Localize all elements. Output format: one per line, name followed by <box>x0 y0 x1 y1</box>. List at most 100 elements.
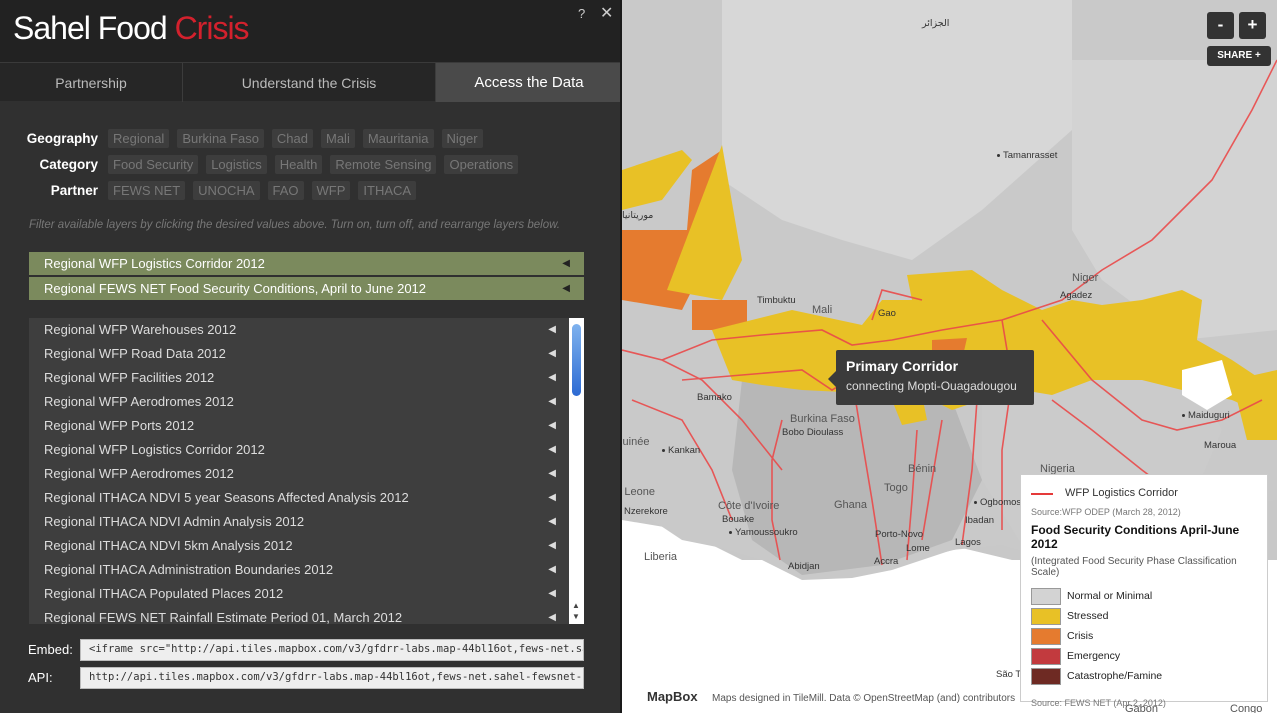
filter-row-category: Category Food Security Logistics Health … <box>0 151 622 177</box>
share-button[interactable]: SHARE + <box>1207 46 1271 66</box>
filter-chip[interactable]: Food Security <box>108 154 199 174</box>
city-dot <box>662 448 665 452</box>
scrollbar-thumb[interactable] <box>572 324 581 396</box>
collapse-arrow-icon[interactable]: ◀ <box>548 342 556 366</box>
layer-item[interactable]: Regional ITHACA NDVI 5 year Seasons Affe… <box>29 486 584 510</box>
active-layer-item[interactable]: Regional FEWS NET Food Security Conditio… <box>29 277 584 300</box>
place-name: Kankan <box>668 445 701 456</box>
place-label: Sierra Leone <box>622 486 655 498</box>
layer-label: Regional ITHACA NDVI 5km Analysis 2012 <box>44 538 293 553</box>
collapse-arrow-icon[interactable]: ◀ <box>548 438 556 462</box>
api-url-field[interactable]: http://api.tiles.mapbox.com/v3/gfdrr-lab… <box>80 667 584 689</box>
filter-chip[interactable]: WFP <box>311 180 351 200</box>
filter-hint: Filter available layers by clicking the … <box>29 219 560 231</box>
layer-item[interactable]: Regional ITHACA Administration Boundarie… <box>29 558 584 582</box>
tab-understand-the-crisis[interactable]: Understand the Crisis <box>183 63 436 102</box>
place-label: Burkina Faso <box>790 413 855 425</box>
filter-chip[interactable]: UNOCHA <box>193 180 260 200</box>
collapse-arrow-icon[interactable]: ◀ <box>548 366 556 390</box>
collapse-arrow-icon[interactable]: ◀ <box>548 558 556 582</box>
layer-list-scrollbar[interactable]: ▲ ▼ <box>569 318 584 624</box>
layer-item[interactable]: Regional WFP Warehouses 2012 ◀ <box>29 318 584 342</box>
zoom-in-button[interactable]: + <box>1239 12 1266 39</box>
embed-code-field[interactable]: <iframe src="http://api.tiles.mapbox.com… <box>80 639 584 661</box>
filter-chip[interactable]: Chad <box>271 128 313 148</box>
embed-label: Embed: <box>28 642 73 657</box>
layer-item[interactable]: Regional ITHACA NDVI Admin Analysis 2012… <box>29 510 584 534</box>
place-label: Bobo Dioulass <box>782 427 844 438</box>
filter-chip[interactable]: Health <box>274 154 323 174</box>
place-label: Niger <box>1072 272 1099 284</box>
filter-chip[interactable]: FEWS NET <box>108 180 186 200</box>
legend-source: Source: FEWS NET (Apr 2, 2012) <box>1031 698 1166 708</box>
data-panel: Sahel Food Crisis ? ✕ Partnership Unders… <box>0 0 622 713</box>
filter-chip[interactable]: Remote Sensing <box>330 154 437 174</box>
city-dot <box>1182 413 1185 417</box>
collapse-arrow-icon[interactable]: ◀ <box>562 277 570 300</box>
filter-chip[interactable]: Regional <box>108 128 170 148</box>
layer-item[interactable]: Regional ITHACA Populated Places 2012 ◀ <box>29 582 584 606</box>
mapbox-logo[interactable]: MapBox <box>647 689 698 704</box>
layer-item[interactable]: Regional WFP Road Data 2012 ◀ <box>29 342 584 366</box>
layer-label: Regional FEWS NET Food Security Conditio… <box>44 281 427 296</box>
tooltip-title: Primary Corridor <box>846 358 959 374</box>
map-attribution: MapBox Maps designed in TileMill. Data ©… <box>647 688 1015 706</box>
filter-chip[interactable]: ITHACA <box>358 180 417 200</box>
active-layer-item[interactable]: Regional WFP Logistics Corridor 2012 ◀ <box>29 252 584 275</box>
filter-chip[interactable]: Mauritania <box>362 128 434 148</box>
attribution-text: Maps designed in TileMill. Data © OpenSt… <box>712 693 1016 704</box>
place-label: Porto-Novo <box>875 529 924 540</box>
filter-chip[interactable]: Logistics <box>206 154 267 174</box>
layer-item[interactable]: Regional WFP Aerodromes 2012 ◀ <box>29 462 584 486</box>
help-button[interactable]: ? <box>578 6 585 21</box>
place-label: Togo <box>884 482 908 494</box>
collapse-arrow-icon[interactable]: ◀ <box>548 414 556 438</box>
layer-item[interactable]: Regional WFP Logistics Corridor 2012 ◀ <box>29 438 584 462</box>
tab-partnership[interactable]: Partnership <box>0 63 183 102</box>
legend-label: Normal or Minimal <box>1067 590 1153 602</box>
scroll-up-arrow-icon[interactable]: ▲ <box>572 601 580 610</box>
api-row: API: http://api.tiles.mapbox.com/v3/gfdr… <box>0 667 622 689</box>
close-button[interactable]: ✕ <box>600 3 613 23</box>
legend-corridor-label: WFP Logistics Corridor <box>1065 487 1178 499</box>
title-bar: Sahel Food Crisis ? ✕ <box>0 0 622 62</box>
filter-chip[interactable]: FAO <box>267 180 304 200</box>
place-label: Lagos <box>955 537 981 548</box>
map-view[interactable]: الجزائر Tamanrasset Niger Agadez Mali Ti… <box>622 0 1277 713</box>
legend-item: Catastrophe/Famine <box>1031 666 1257 686</box>
collapse-arrow-icon[interactable]: ◀ <box>548 318 556 342</box>
layer-item[interactable]: Regional WFP Facilities 2012 ◀ <box>29 366 584 390</box>
filter-chip[interactable]: Operations <box>444 154 519 174</box>
collapse-arrow-icon[interactable]: ◀ <box>548 486 556 510</box>
filter-chip[interactable]: Mali <box>321 128 355 148</box>
filter-chip[interactable]: Niger <box>441 128 483 148</box>
collapse-arrow-icon[interactable]: ◀ <box>548 510 556 534</box>
available-layer-list[interactable]: Regional WFP Warehouses 2012 ◀ Regional W… <box>29 318 584 624</box>
layer-item[interactable]: Regional WFP Ports 2012 ◀ <box>29 414 584 438</box>
tab-access-the-data[interactable]: Access the Data <box>436 63 622 102</box>
city-dot <box>729 530 732 534</box>
place-label: Lome <box>906 543 930 554</box>
layer-label: Regional WFP Road Data 2012 <box>44 346 226 361</box>
collapse-arrow-icon[interactable]: ◀ <box>548 390 556 414</box>
city-dot <box>997 153 1000 157</box>
place-label: الجزائر <box>922 18 950 29</box>
collapse-arrow-icon[interactable]: ◀ <box>548 462 556 486</box>
legend-corridor-entry: WFP Logistics Corridor <box>1031 485 1257 501</box>
collapse-arrow-icon[interactable]: ◀ <box>548 606 556 624</box>
embed-row: Embed: <iframe src="http://api.tiles.map… <box>0 639 622 661</box>
collapse-arrow-icon[interactable]: ◀ <box>548 534 556 558</box>
scroll-down-arrow-icon[interactable]: ▼ <box>572 612 580 621</box>
collapse-arrow-icon[interactable]: ◀ <box>562 252 570 275</box>
filter-chip[interactable]: Burkina Faso <box>177 128 264 148</box>
layer-item[interactable]: Regional ITHACA NDVI 5km Analysis 2012 ◀ <box>29 534 584 558</box>
layer-item[interactable]: Regional FEWS NET Rainfall Estimate Peri… <box>29 606 584 624</box>
place-label: Mali <box>812 304 833 316</box>
collapse-arrow-icon[interactable]: ◀ <box>548 582 556 606</box>
legend-swatch <box>1031 627 1061 645</box>
layer-item[interactable]: Regional WFP Aerodromes 2012 ◀ <box>29 390 584 414</box>
place-label: Yamoussoukro <box>729 527 798 538</box>
zoom-out-button[interactable]: - <box>1207 12 1234 39</box>
legend-item: Normal or Minimal <box>1031 586 1257 606</box>
place-label: Bénin <box>908 463 937 475</box>
